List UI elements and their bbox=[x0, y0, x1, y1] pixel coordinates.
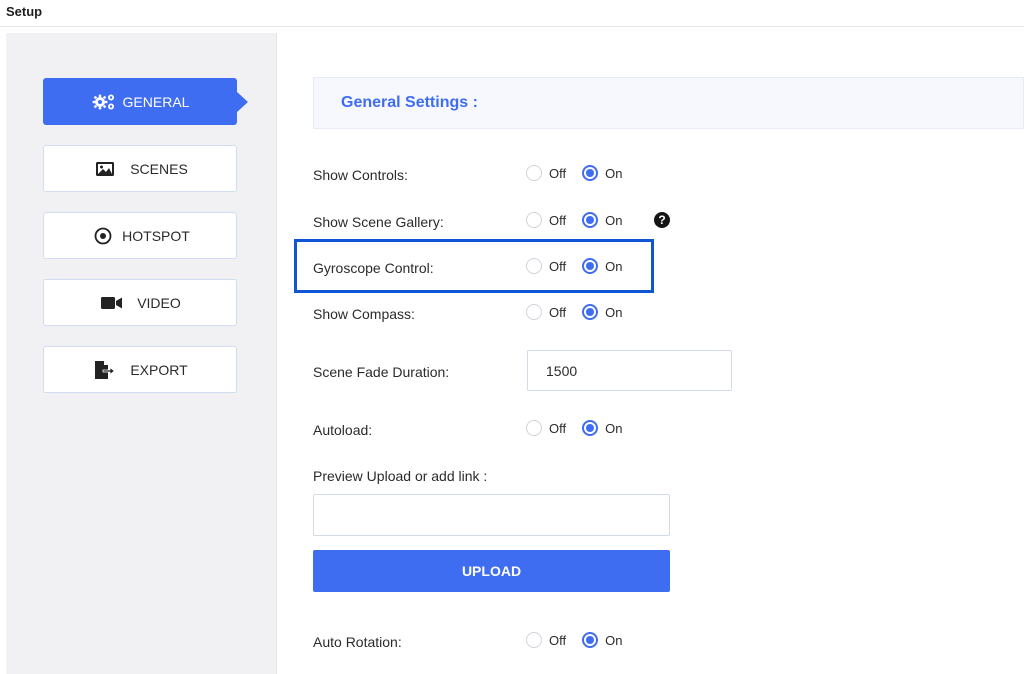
preview-link-input[interactable] bbox=[313, 494, 670, 536]
sidebar-item-label: SCENES bbox=[130, 160, 188, 177]
auto-rotation-on-radio[interactable] bbox=[582, 632, 599, 648]
auto-rotation-label: Auto Rotation: bbox=[313, 634, 402, 650]
show-controls-label: Show Controls: bbox=[313, 167, 408, 183]
radio-label-off: Off bbox=[549, 420, 567, 436]
show-controls-on-radio[interactable] bbox=[582, 165, 599, 181]
autoload-off-radio[interactable] bbox=[526, 420, 542, 436]
scene-fade-duration-label: Scene Fade Duration: bbox=[313, 364, 450, 380]
target-icon bbox=[90, 227, 116, 245]
show-compass-off-radio[interactable] bbox=[526, 304, 542, 320]
section-title: General Settings : bbox=[341, 94, 478, 111]
show-compass-on-radio[interactable] bbox=[582, 304, 599, 320]
radio-label-off: Off bbox=[549, 304, 567, 320]
radio-label-off: Off bbox=[549, 165, 567, 181]
radio-label-off: Off bbox=[549, 258, 567, 274]
show-scene-gallery-label: Show Scene Gallery: bbox=[313, 214, 444, 230]
sidebar-item-video[interactable]: VIDEO bbox=[43, 279, 237, 326]
file-export-icon bbox=[92, 360, 118, 379]
sidebar-item-scenes[interactable]: SCENES bbox=[43, 145, 237, 192]
video-camera-icon bbox=[99, 296, 125, 310]
sidebar-item-label: HOTSPOT bbox=[122, 227, 190, 244]
settings-panel: General Settings : Show Controls: Off On… bbox=[277, 33, 1024, 674]
sidebar-item-label: VIDEO bbox=[137, 294, 181, 311]
window-title: Setup bbox=[6, 4, 43, 19]
show-controls-radio-group: Off On bbox=[526, 165, 638, 181]
sidebar-item-general[interactable]: GENERAL bbox=[43, 78, 248, 125]
autoload-on-radio[interactable] bbox=[582, 420, 599, 436]
scene-fade-duration-input[interactable] bbox=[527, 350, 732, 391]
show-compass-radio-group: Off On bbox=[526, 304, 638, 320]
radio-label-on: On bbox=[605, 420, 623, 436]
auto-rotation-radio-group: Off On bbox=[526, 632, 638, 648]
show-scene-gallery-off-radio[interactable] bbox=[526, 212, 542, 228]
sidebar-item-label: EXPORT bbox=[130, 361, 188, 378]
autoload-radio-group: Off On bbox=[526, 420, 638, 436]
radio-label-on: On bbox=[605, 304, 623, 320]
question-circle-icon[interactable]: ? bbox=[654, 212, 670, 228]
show-scene-gallery-radio-group: Off On bbox=[526, 212, 638, 228]
image-icon bbox=[92, 161, 118, 176]
upload-button[interactable]: UPLOAD bbox=[313, 550, 670, 592]
autoload-label: Autoload: bbox=[313, 422, 373, 438]
sidebar-item-export[interactable]: EXPORT bbox=[43, 346, 237, 393]
radio-label-on: On bbox=[605, 258, 623, 274]
radio-label-on: On bbox=[605, 632, 623, 648]
radio-label-off: Off bbox=[549, 212, 567, 228]
show-controls-off-radio[interactable] bbox=[526, 165, 542, 181]
gears-icon bbox=[91, 93, 117, 111]
radio-label-on: On bbox=[605, 212, 623, 228]
show-scene-gallery-on-radio[interactable] bbox=[582, 212, 599, 228]
gyroscope-control-on-radio[interactable] bbox=[582, 258, 599, 274]
preview-upload-label: Preview Upload or add link : bbox=[313, 468, 488, 484]
sidebar-item-label: GENERAL bbox=[122, 93, 190, 110]
title-divider bbox=[0, 26, 1024, 27]
radio-label-off: Off bbox=[549, 632, 567, 648]
gyroscope-control-off-radio[interactable] bbox=[526, 258, 542, 274]
auto-rotation-off-radio[interactable] bbox=[526, 632, 542, 648]
radio-label-on: On bbox=[605, 165, 623, 181]
show-compass-label: Show Compass: bbox=[313, 306, 415, 322]
sidebar: GENERAL SCENES HOTSPOT VIDEO EXPORT bbox=[6, 33, 277, 674]
gyroscope-control-label: Gyroscope Control: bbox=[313, 260, 434, 276]
gyroscope-control-radio-group: Off On bbox=[526, 258, 638, 274]
sidebar-item-hotspot[interactable]: HOTSPOT bbox=[43, 212, 237, 259]
section-header: General Settings : bbox=[313, 77, 1024, 129]
